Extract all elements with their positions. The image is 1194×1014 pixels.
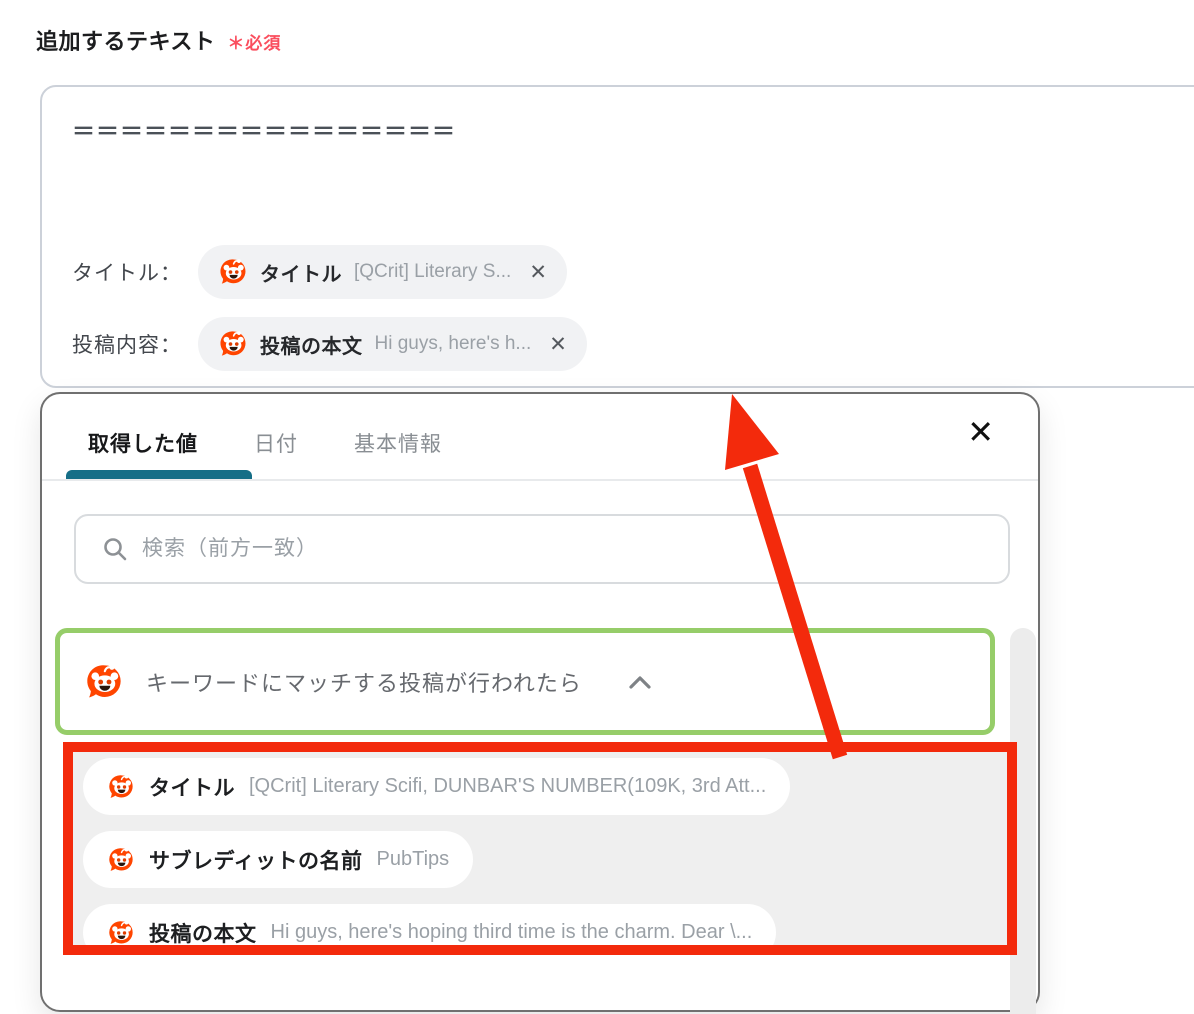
close-icon[interactable]: ✕ <box>967 416 994 448</box>
chevron-up-icon <box>628 674 652 690</box>
token-name: タイトル <box>260 263 342 286</box>
tab-acquired-values[interactable]: 取得した値 <box>88 428 198 458</box>
variable-picker-panel: 取得した値 日付 基本情報 ✕ キーワードにマッチする投稿が行われたら <box>40 392 1040 1014</box>
variable-label: タイトル： <box>72 262 182 285</box>
token-close-icon[interactable]: ✕ <box>529 262 547 283</box>
reddit-icon <box>109 774 133 798</box>
equals-line: ＝＝＝＝＝＝＝＝＝＝＝＝＝＝＝＝ <box>72 118 456 144</box>
reddit-icon <box>220 331 246 356</box>
item-preview: [QCrit] Literary Scifi, DUNBAR'S NUMBER(… <box>249 775 767 797</box>
reddit-icon <box>109 847 133 871</box>
reddit-icon <box>220 259 246 284</box>
text-field[interactable]: ＝＝＝＝＝＝＝＝＝＝＝＝＝＝＝＝ タイトル： タイトル [QCrit] Lite… <box>40 85 1194 388</box>
reddit-icon <box>87 664 121 697</box>
token-pill-title[interactable]: タイトル [QCrit] Literary S... ✕ <box>198 245 567 299</box>
panel-tabs: 取得した値 日付 基本情報 <box>42 394 1038 458</box>
search-box <box>74 514 1010 584</box>
reddit-icon <box>109 920 133 944</box>
search-input[interactable] <box>142 537 1008 561</box>
variable-list: タイトル [QCrit] Literary Scifi, DUNBAR'S NU… <box>73 752 1007 945</box>
tab-date[interactable]: 日付 <box>254 428 298 458</box>
list-item-subreddit[interactable]: サブレディットの名前 PubTips <box>83 831 474 888</box>
field-label: 追加するテキスト <box>36 29 216 54</box>
item-name: タイトル <box>149 776 235 800</box>
token-name: 投稿の本文 <box>260 335 363 358</box>
token-pill-body[interactable]: 投稿の本文 Hi guys, here's h... ✕ <box>198 317 587 371</box>
body-variable-row: 投稿内容： 投稿の本文 Hi guys, here's h... ✕ <box>72 317 587 371</box>
item-preview: PubTips <box>376 848 450 870</box>
item-preview: Hi guys, here's hoping third time is the… <box>270 921 753 943</box>
token-preview: Hi guys, here's h... <box>374 333 532 354</box>
required-badge: ＊必須 <box>227 34 282 53</box>
variable-label: 投稿内容： <box>72 334 182 357</box>
annotation-box: タイトル [QCrit] Literary Scifi, DUNBAR'S NU… <box>63 742 1017 955</box>
list-item-post-body[interactable]: 投稿の本文 Hi guys, here's hoping third time … <box>83 904 777 946</box>
tabs-divider <box>42 479 1038 481</box>
search-icon <box>104 538 127 561</box>
list-item-title[interactable]: タイトル [QCrit] Literary Scifi, DUNBAR'S NU… <box>83 758 791 815</box>
tab-basic-info[interactable]: 基本情報 <box>354 428 442 458</box>
token-preview: [QCrit] Literary S... <box>354 261 512 282</box>
item-name: サブレディットの名前 <box>149 849 363 873</box>
item-name: 投稿の本文 <box>149 922 257 946</box>
title-variable-row: タイトル： タイトル [QCrit] Literary S... ✕ <box>72 245 567 299</box>
field-label-row: 追加するテキスト ＊必須 <box>36 24 281 56</box>
trigger-row[interactable]: キーワードにマッチする投稿が行われたら <box>55 628 995 735</box>
active-tab-underline <box>66 470 252 479</box>
token-close-icon[interactable]: ✕ <box>549 334 567 355</box>
trigger-label: キーワードにマッチする投稿が行われたら <box>146 670 582 696</box>
